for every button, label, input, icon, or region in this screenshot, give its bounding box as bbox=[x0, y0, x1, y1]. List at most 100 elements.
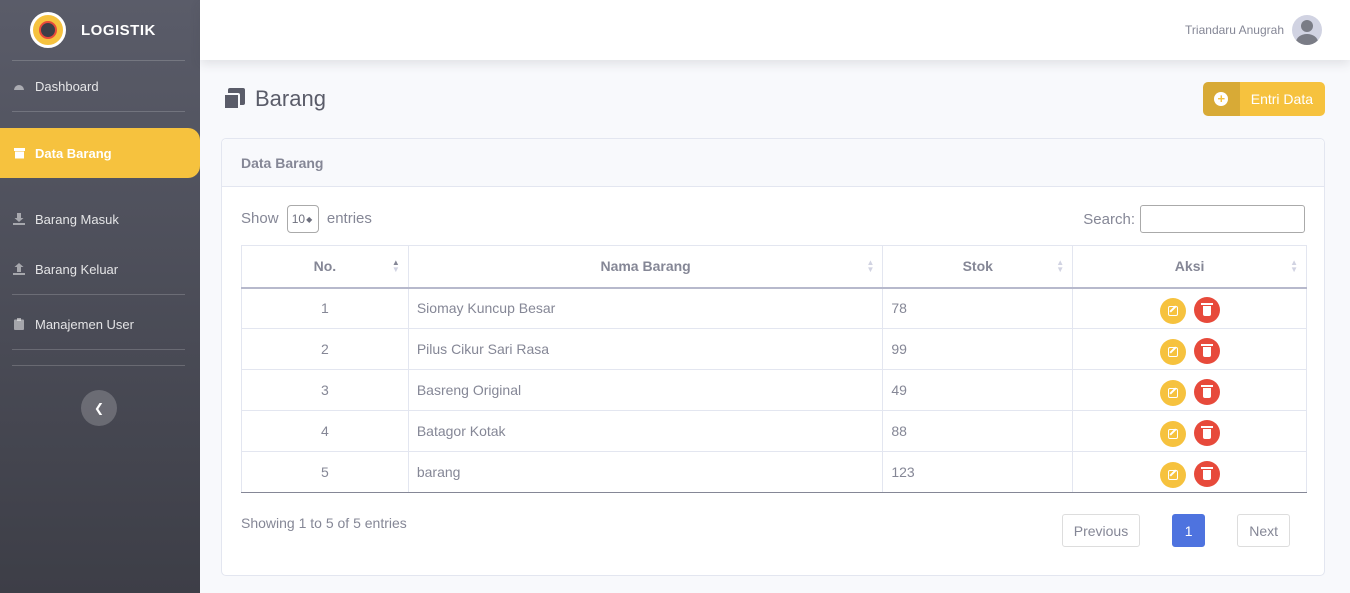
trash-icon bbox=[1200, 302, 1213, 316]
sidebar-item-dashboard[interactable]: Dashboard bbox=[0, 61, 200, 111]
sidebar-item-label: Barang Masuk bbox=[35, 211, 119, 227]
table-row: 3 Basreng Original 49 bbox=[241, 369, 1307, 411]
dashboard-icon bbox=[13, 80, 25, 92]
sort-icon: ▲ ▼ bbox=[866, 258, 875, 274]
sidebar-toggle-button[interactable]: ❮ bbox=[81, 390, 117, 426]
sidebar-item-label: Manajemen User bbox=[35, 316, 134, 332]
column-header-stok[interactable]: Stok ▲ ▼ bbox=[882, 245, 1074, 289]
trash-icon bbox=[1200, 466, 1213, 480]
edit-button[interactable] bbox=[1159, 338, 1186, 365]
table-row: 4 Batagor Kotak 88 bbox=[241, 410, 1307, 452]
column-header-label: Nama Barang bbox=[600, 258, 691, 275]
data-table: No. ▲ ▼ Nama Barang ▲ ▼ Stok ▲ ▼ Aksi ▲ ▼ bbox=[241, 245, 1307, 493]
entri-data-button[interactable]: + Entri Data bbox=[1202, 82, 1325, 116]
entri-data-label: Entri Data bbox=[1250, 91, 1313, 107]
divider bbox=[12, 349, 185, 350]
cell-aksi bbox=[1072, 328, 1307, 370]
delete-button[interactable] bbox=[1193, 337, 1220, 364]
entries-select-value: 10 bbox=[291, 212, 306, 226]
user-name[interactable]: Triandaru Anugrah bbox=[1185, 23, 1284, 37]
chevron-left-icon: ❮ bbox=[93, 401, 105, 415]
column-header-nama-barang[interactable]: Nama Barang ▲ ▼ bbox=[407, 245, 884, 289]
entries-select[interactable]: 10 ◆ bbox=[286, 205, 319, 233]
cell-no: 2 bbox=[241, 328, 409, 370]
brand[interactable]: LOGISTIK bbox=[0, 0, 200, 60]
topbar: Triandaru Anugrah bbox=[200, 0, 1350, 60]
page-title-text: Barang bbox=[255, 86, 326, 111]
edit-icon bbox=[1167, 346, 1178, 357]
cell-stok: 123 bbox=[882, 451, 1074, 493]
length-control: Show 10 ◆ entries bbox=[241, 205, 372, 233]
cell-no: 1 bbox=[241, 287, 409, 329]
cell-stok: 99 bbox=[882, 328, 1074, 370]
column-header-label: No. bbox=[313, 258, 337, 275]
sidebar-item-label: Data Barang bbox=[35, 145, 112, 161]
edit-icon bbox=[1167, 428, 1178, 439]
download-icon bbox=[13, 213, 25, 225]
search-input[interactable] bbox=[1140, 205, 1305, 233]
cell-no: 3 bbox=[241, 369, 409, 411]
edit-icon bbox=[1167, 469, 1178, 480]
sidebar-item-manajemen-user[interactable]: Manajemen User bbox=[0, 299, 200, 349]
sidebar-item-label: Dashboard bbox=[35, 78, 99, 94]
cell-aksi bbox=[1072, 287, 1307, 329]
cell-nama-barang: Batagor Kotak bbox=[407, 410, 884, 452]
divider bbox=[12, 365, 185, 366]
logo-icon bbox=[30, 12, 66, 48]
copy-icon bbox=[223, 88, 245, 110]
trash-icon bbox=[1200, 343, 1213, 357]
next-button[interactable]: Next bbox=[1237, 514, 1290, 547]
sidebar-item-barang-masuk[interactable]: Barang Masuk bbox=[0, 194, 200, 244]
column-header-no[interactable]: No. ▲ ▼ bbox=[241, 245, 409, 289]
search-label: Search: bbox=[1083, 210, 1135, 228]
page-header: Barang + Entri Data bbox=[223, 82, 1325, 116]
cell-nama-barang: Siomay Kuncup Besar bbox=[407, 287, 884, 329]
sort-arrows-icon: ◆ bbox=[306, 214, 313, 224]
cell-aksi bbox=[1072, 410, 1307, 452]
delete-button[interactable] bbox=[1193, 419, 1220, 446]
delete-button[interactable] bbox=[1193, 460, 1220, 487]
page-1-button[interactable]: 1 bbox=[1172, 514, 1206, 547]
upload-icon bbox=[13, 263, 25, 275]
column-header-label: Stok bbox=[962, 258, 993, 275]
cell-no: 5 bbox=[241, 451, 409, 493]
sort-asc-icon: ▲ ▼ bbox=[391, 258, 400, 274]
table-row: 5 barang 123 bbox=[241, 451, 1307, 493]
edit-button[interactable] bbox=[1159, 297, 1186, 324]
edit-icon bbox=[1167, 305, 1178, 316]
sidebar-item-data-barang[interactable]: Data Barang bbox=[0, 128, 200, 178]
column-header-label: Aksi bbox=[1174, 258, 1205, 275]
cell-aksi bbox=[1072, 369, 1307, 411]
avatar[interactable] bbox=[1292, 15, 1322, 45]
divider bbox=[12, 294, 185, 295]
table-row: 1 Siomay Kuncup Besar 78 bbox=[241, 287, 1307, 329]
brand-name: LOGISTIK bbox=[81, 21, 156, 39]
cell-no: 4 bbox=[241, 410, 409, 452]
column-header-aksi[interactable]: Aksi ▲ ▼ bbox=[1072, 245, 1307, 289]
cell-stok: 88 bbox=[882, 410, 1074, 452]
cell-aksi bbox=[1072, 451, 1307, 493]
plus-circle-icon: + bbox=[1202, 82, 1240, 116]
pagination: Previous 1 Next bbox=[1061, 514, 1290, 547]
edit-button[interactable] bbox=[1159, 420, 1186, 447]
cell-stok: 78 bbox=[882, 287, 1074, 329]
box-icon bbox=[13, 147, 25, 159]
show-label: Show bbox=[241, 210, 279, 227]
trash-icon bbox=[1200, 425, 1213, 439]
cell-nama-barang: barang bbox=[407, 451, 884, 493]
divider bbox=[12, 111, 185, 112]
card-title: Data Barang bbox=[222, 139, 1324, 187]
sidebar-item-barang-keluar[interactable]: Barang Keluar bbox=[0, 244, 200, 294]
edit-button[interactable] bbox=[1159, 379, 1186, 406]
delete-button[interactable] bbox=[1193, 296, 1220, 323]
edit-icon bbox=[1167, 387, 1178, 398]
sort-icon: ▲ ▼ bbox=[1056, 258, 1065, 274]
table-controls: Show 10 ◆ entries Search: bbox=[241, 204, 1305, 234]
previous-button[interactable]: Previous bbox=[1061, 514, 1141, 547]
search-control: Search: bbox=[1083, 205, 1305, 233]
delete-button[interactable] bbox=[1193, 378, 1220, 405]
sort-icon: ▲ ▼ bbox=[1290, 258, 1298, 274]
cell-nama-barang: Basreng Original bbox=[407, 369, 884, 411]
edit-button[interactable] bbox=[1159, 461, 1186, 488]
table-header-row: No. ▲ ▼ Nama Barang ▲ ▼ Stok ▲ ▼ Aksi ▲ ▼ bbox=[241, 245, 1307, 289]
